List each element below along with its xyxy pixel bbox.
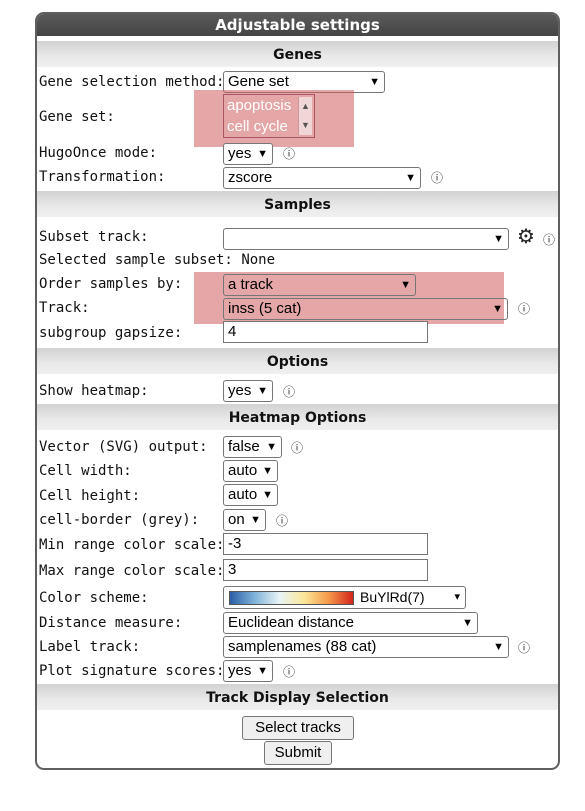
signature-label: Plot signature scores: [39, 663, 225, 679]
min-range-input[interactable]: -3 [223, 533, 428, 555]
hugoonce-select[interactable]: yes ▼ [223, 143, 273, 165]
chevron-down-icon: ▼ [257, 665, 268, 677]
show-heatmap-select[interactable]: yes ▼ [223, 380, 273, 402]
cell-width-label: Cell width: [39, 463, 132, 479]
listbox-scrollbar[interactable]: ▲ ▼ [298, 97, 312, 135]
gapsize-label: subgroup gapsize: [39, 325, 183, 341]
color-scheme-select[interactable]: BuYlRd(7) ▾ [223, 586, 466, 609]
label-track-select[interactable]: samplenames (88 cat) ▼ [223, 636, 509, 658]
chevron-down-icon: ▼ [262, 489, 273, 501]
color-scheme-value: BuYlRd(7) [360, 589, 425, 605]
chevron-down-icon: ▼ [405, 172, 416, 184]
select-tracks-button[interactable]: Select tracks [242, 716, 354, 740]
show-heatmap-label: Show heatmap: [39, 383, 149, 399]
order-by-select[interactable]: a track ▼ [223, 274, 416, 296]
transformation-label: Transformation: [39, 169, 166, 185]
info-icon[interactable]: ⓘ [283, 663, 295, 680]
section-heatmap-options: Heatmap Options [37, 404, 558, 430]
max-range-label: Max range color scale: [39, 563, 225, 579]
cell-border-select[interactable]: on ▼ [223, 509, 266, 531]
chevron-down-icon: ▼ [257, 385, 268, 397]
info-icon[interactable]: ⓘ [518, 639, 530, 656]
gene-set-label: Gene set: [39, 109, 115, 125]
cell-height-select[interactable]: auto ▼ [223, 484, 278, 506]
info-icon[interactable]: ⓘ [431, 169, 443, 186]
chevron-down-icon: ▼ [262, 465, 273, 477]
scroll-down-icon[interactable]: ▼ [299, 116, 312, 135]
info-icon[interactable]: ⓘ [283, 383, 295, 400]
color-scheme-label: Color scheme: [39, 590, 149, 606]
submit-button[interactable]: Submit [264, 741, 332, 765]
chevron-down-icon: ▼ [369, 76, 380, 88]
scroll-up-icon[interactable]: ▲ [299, 97, 312, 116]
cell-height-label: Cell height: [39, 488, 141, 504]
chevron-down-icon: ▼ [250, 514, 261, 526]
label-track-label: Label track: [39, 639, 141, 655]
order-by-label: Order samples by: [39, 276, 183, 292]
gear-icon[interactable]: ⚙ [517, 224, 535, 248]
chevron-down-icon: ▼ [493, 641, 504, 653]
max-range-input[interactable]: 3 [223, 559, 428, 581]
subset-track-select[interactable]: ▼ [223, 228, 509, 250]
caret-down-icon: ▾ [454, 591, 460, 603]
info-icon[interactable]: ⓘ [291, 439, 303, 456]
svg-output-label: Vector (SVG) output: [39, 439, 208, 455]
gene-set-listbox[interactable]: apoptosis cell cycle ▲ ▼ [223, 94, 315, 138]
selected-subset-label: Selected sample subset: None [39, 252, 276, 268]
section-samples: Samples [37, 191, 558, 217]
transformation-select[interactable]: zscore ▼ [223, 167, 421, 189]
svg-output-select[interactable]: false ▼ [223, 436, 282, 458]
info-icon[interactable]: ⓘ [283, 145, 295, 162]
distance-label: Distance measure: [39, 615, 183, 631]
chevron-down-icon: ▼ [400, 279, 411, 291]
cell-width-select[interactable]: auto ▼ [223, 460, 278, 482]
distance-select[interactable]: Euclidean distance ▼ [223, 612, 478, 634]
track-label: Track: [39, 300, 90, 316]
chevron-down-icon: ▼ [266, 441, 277, 453]
section-track-display: Track Display Selection [37, 684, 558, 710]
color-gradient-preview [229, 591, 354, 605]
info-icon[interactable]: ⓘ [276, 512, 288, 529]
gapsize-input[interactable]: 4 [223, 321, 428, 343]
signature-select[interactable]: yes ▼ [223, 660, 273, 682]
info-icon[interactable]: ⓘ [543, 231, 555, 248]
min-range-label: Min range color scale: [39, 537, 225, 553]
chevron-down-icon: ▼ [492, 303, 503, 315]
settings-panel: Adjustable settings Genes Gene selection… [35, 12, 560, 770]
selected-subset-value: None [241, 252, 276, 268]
chevron-down-icon: ▼ [493, 233, 504, 245]
panel-title: Adjustable settings [37, 14, 558, 36]
track-select[interactable]: inss (5 cat) ▼ [223, 298, 508, 320]
section-genes: Genes [37, 41, 558, 67]
chevron-down-icon: ▼ [257, 148, 268, 160]
info-icon[interactable]: ⓘ [518, 300, 530, 317]
cell-border-label: cell-border (grey): [39, 512, 200, 528]
subset-track-label: Subset track: [39, 229, 149, 245]
hugoonce-label: HugoOnce mode: [39, 145, 158, 161]
gene-selection-method-label: Gene selection method: [39, 74, 225, 90]
section-options: Options [37, 348, 558, 374]
chevron-down-icon: ▼ [462, 617, 473, 629]
